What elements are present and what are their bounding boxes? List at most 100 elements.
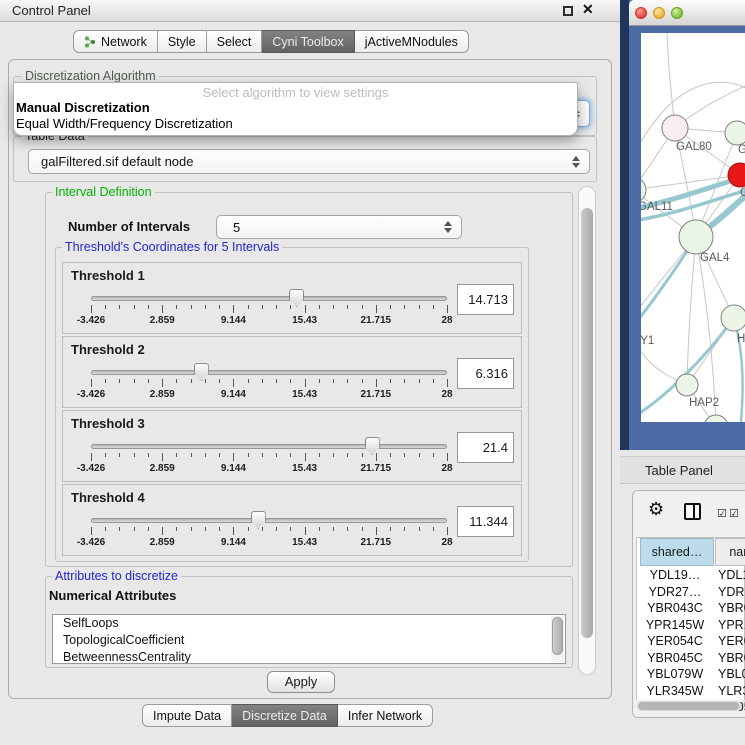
- network-node[interactable]: [662, 115, 688, 141]
- slider-tick-label: 15.43: [280, 463, 330, 474]
- cell-name[interactable]: YBL079W: [718, 667, 745, 681]
- tab-jactivemnodules[interactable]: jActiveMNodules: [355, 30, 469, 53]
- cell-name[interactable]: YDL19…: [718, 568, 745, 582]
- table-row[interactable]: YER054C YER054C: [637, 634, 745, 651]
- number-of-intervals-combobox[interactable]: 5: [216, 215, 462, 239]
- cell-name[interactable]: YBR043C: [718, 601, 745, 615]
- tab-discretize-data[interactable]: Discretize Data: [232, 704, 338, 727]
- column-header-shared-name[interactable]: shared…: [640, 538, 714, 566]
- network-node[interactable]: [725, 121, 745, 145]
- slider-track[interactable]: [91, 444, 447, 449]
- network-window-titlebar[interactable]: [629, 0, 745, 26]
- threshold-value-field[interactable]: 6.316: [457, 358, 514, 389]
- table-horizontal-scrollbar[interactable]: [637, 701, 742, 711]
- tab-cyni-toolbox-label: Cyni Toolbox: [272, 35, 343, 49]
- mac-close-button[interactable]: [635, 7, 647, 19]
- tab-style[interactable]: Style: [158, 30, 207, 53]
- slider-tick-label: 21.715: [351, 389, 401, 400]
- attribute-list-item[interactable]: BetweennessCentrality: [53, 649, 565, 664]
- table-row[interactable]: YLR345W YLR345W: [637, 684, 745, 701]
- tab-cyni-toolbox[interactable]: Cyni Toolbox: [262, 30, 354, 53]
- table-row[interactable]: YBR045C YBR045C: [637, 651, 745, 668]
- cell-shared-name[interactable]: YBR045C: [637, 651, 713, 665]
- cell-name[interactable]: YPR145W: [718, 618, 745, 632]
- checkbox-icon[interactable]: ☑: [717, 507, 727, 520]
- cell-shared-name[interactable]: YPR145W: [637, 618, 713, 632]
- table-row[interactable]: YBR043C YBR043C: [637, 601, 745, 618]
- threshold-row: Threshold 4-3.4262.8599.14415.4321.71528…: [62, 484, 522, 556]
- attribute-list-item[interactable]: SelfLoops: [53, 615, 565, 632]
- tab-network[interactable]: Network: [73, 30, 158, 53]
- checkbox-icon[interactable]: ☑: [729, 507, 739, 520]
- slider-tick-label: 15.43: [280, 389, 330, 400]
- close-icon[interactable]: ✕: [582, 1, 594, 18]
- cell-shared-name[interactable]: YBR043C: [637, 601, 713, 615]
- threshold-value-field[interactable]: 21.4: [457, 432, 514, 463]
- slider-tick: [119, 453, 120, 457]
- slider-tick: [262, 527, 263, 531]
- cell-shared-name[interactable]: YBL079W: [637, 667, 713, 681]
- attribute-list-item[interactable]: TopologicalCoefficient: [53, 632, 565, 649]
- cell-shared-name[interactable]: YER054C: [637, 634, 713, 648]
- attributes-list-scrollbar[interactable]: [551, 616, 564, 662]
- network-node[interactable]: [721, 305, 745, 331]
- mac-minimize-button[interactable]: [653, 7, 665, 19]
- slider-track[interactable]: [91, 370, 447, 375]
- slider-thumb[interactable]: [251, 511, 266, 529]
- slider-tick: [262, 305, 263, 309]
- float-window-icon[interactable]: [563, 6, 573, 16]
- network-node[interactable]: [676, 374, 698, 396]
- threshold-label: Threshold 1: [71, 268, 145, 283]
- threshold-value-field[interactable]: 11.344: [457, 506, 514, 537]
- scrollbar-thumb[interactable]: [552, 617, 563, 655]
- slider-tick: [447, 379, 448, 387]
- network-canvas[interactable]: GAL80GAGGAL11GAL4HGCY1HAP2: [641, 33, 745, 422]
- settings-scrollbar[interactable]: [578, 186, 596, 675]
- slider-tick: [162, 379, 163, 387]
- apply-button[interactable]: Apply: [267, 671, 335, 693]
- slider-tick: [91, 379, 92, 387]
- scrollbar-thumb[interactable]: [581, 208, 593, 638]
- cell-shared-name[interactable]: YDR27…: [637, 585, 713, 599]
- network-node[interactable]: [704, 415, 728, 422]
- table-row[interactable]: YPR145W YPR145W: [637, 618, 745, 635]
- gear-icon[interactable]: ⚙: [648, 500, 664, 518]
- threshold-row: Threshold 3-3.4262.8599.14415.4321.71528…: [62, 410, 522, 482]
- dropdown-option-equal-width-frequency[interactable]: Equal Width/Frequency Discretization: [14, 116, 577, 132]
- slider-tick: [305, 453, 306, 461]
- slider-thumb[interactable]: [194, 363, 209, 381]
- cell-shared-name[interactable]: YLR345W: [637, 684, 713, 698]
- slider-tick: [162, 305, 163, 313]
- slider-track[interactable]: [91, 518, 447, 523]
- tab-infer-network[interactable]: Infer Network: [338, 704, 433, 727]
- slider-tick-label: 9.144: [208, 463, 258, 474]
- slider-tick-label: 28: [422, 315, 472, 326]
- table-row[interactable]: YBL079W YBL079W: [637, 667, 745, 684]
- slider-tick: [305, 527, 306, 535]
- table-data-combobox[interactable]: galFiltered.sif default node: [28, 149, 590, 174]
- mac-zoom-button[interactable]: [671, 7, 683, 19]
- cell-name[interactable]: YLR345W: [718, 684, 745, 698]
- slider-tick: [390, 305, 391, 309]
- network-node-label: GA: [738, 144, 745, 156]
- scrollbar-thumb[interactable]: [638, 702, 739, 710]
- split-columns-icon[interactable]: [684, 503, 701, 520]
- slider-tick: [219, 527, 220, 531]
- network-node[interactable]: [679, 220, 713, 254]
- dropdown-option-manual-discretization[interactable]: Manual Discretization: [14, 100, 577, 116]
- slider-thumb[interactable]: [365, 437, 380, 455]
- table-row[interactable]: YDL19… YDL19…: [637, 568, 745, 585]
- tab-impute-data[interactable]: Impute Data: [142, 704, 232, 727]
- cell-name[interactable]: YBR045C: [718, 651, 745, 665]
- column-header-name[interactable]: name: [715, 538, 745, 566]
- slider-track[interactable]: [91, 296, 447, 301]
- table-row[interactable]: YDR27… YDR27…: [637, 585, 745, 602]
- numerical-attributes-list: SelfLoopsTopologicalCoefficientBetweenne…: [52, 614, 566, 664]
- tab-select[interactable]: Select: [207, 30, 263, 53]
- cell-name[interactable]: YDR27…: [718, 585, 745, 599]
- slider-tick: [219, 305, 220, 309]
- threshold-value-field[interactable]: 14.713: [457, 284, 514, 315]
- cell-shared-name[interactable]: YDL19…: [637, 568, 713, 582]
- slider-tick-label: 21.715: [351, 463, 401, 474]
- cell-name[interactable]: YER054C: [718, 634, 745, 648]
